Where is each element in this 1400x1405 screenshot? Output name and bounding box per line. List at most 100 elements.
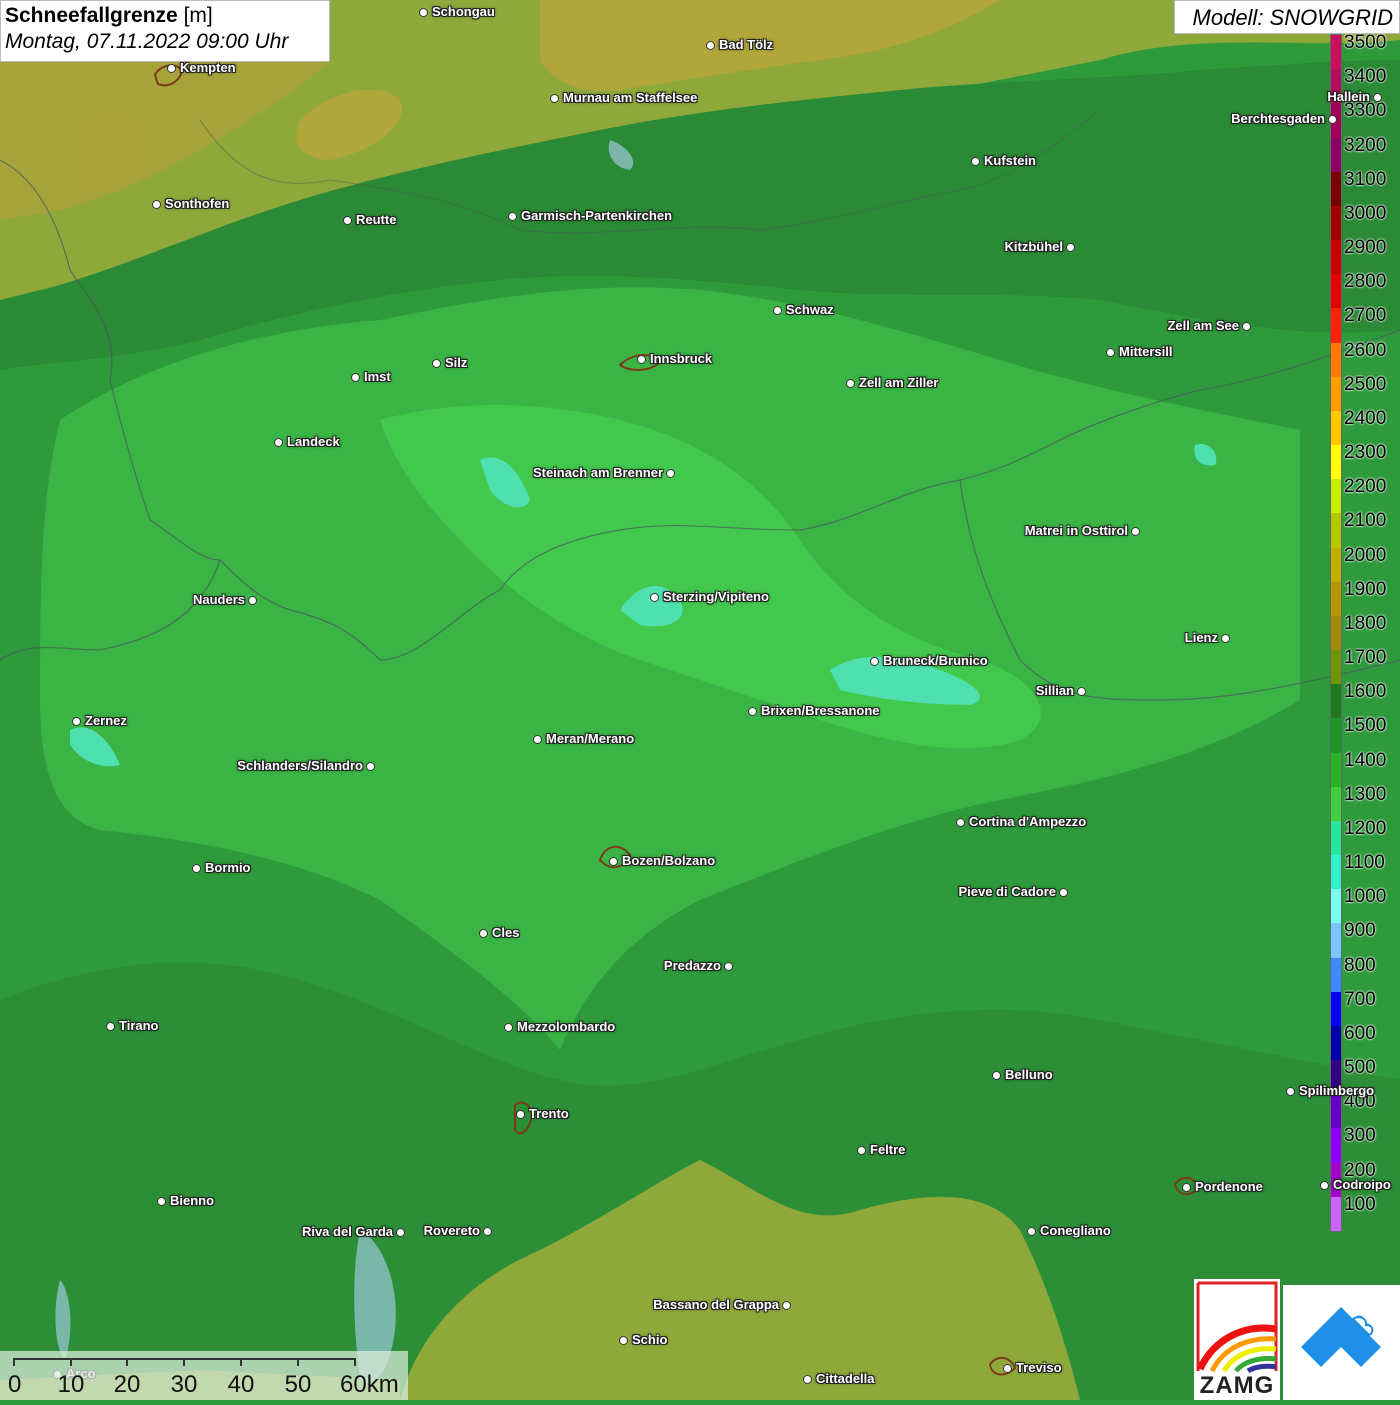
city-dot-icon (248, 596, 257, 605)
scale-tick (297, 1358, 299, 1366)
city-label: Pordenone (1195, 1179, 1263, 1194)
legend-swatch (1331, 513, 1341, 549)
legend-swatch (1331, 171, 1341, 207)
legend-label: 3000 (1344, 202, 1387, 224)
city-dot-icon (1003, 1364, 1012, 1373)
map-datetime: Montag, 07.11.2022 09:00 Uhr (5, 30, 289, 53)
city-label: Bassano del Grappa (653, 1297, 779, 1312)
legend-swatch (1331, 718, 1341, 754)
city-label: Trento (529, 1106, 569, 1121)
legend-swatch (1331, 820, 1341, 856)
legend-swatch (1331, 410, 1341, 446)
city-dot-icon (157, 1197, 166, 1206)
legend-swatch (1331, 752, 1341, 788)
city-dot-icon (483, 1227, 492, 1236)
legend-swatch (1331, 35, 1341, 70)
legend-label: 1700 (1344, 647, 1387, 669)
city-dot-icon (1242, 322, 1251, 331)
cloud-arrow-icon (1301, 1307, 1381, 1367)
scale-tick (240, 1358, 242, 1366)
city-dot-icon (857, 1146, 866, 1155)
city-label: Cles (492, 925, 520, 940)
city-dot-icon (508, 212, 517, 221)
city-label: Zell am See (1167, 318, 1239, 333)
city-dot-icon (1328, 115, 1337, 124)
city-dot-icon (504, 1023, 513, 1032)
zamg-text: ZAMG (1199, 1372, 1275, 1399)
city-label: Spilimbergo (1299, 1083, 1375, 1098)
city-label: Kempten (180, 60, 236, 75)
city-label: Mezzolombardo (517, 1019, 616, 1034)
legend-label: 600 (1344, 1022, 1376, 1044)
city-label: Bad Tölz (719, 37, 774, 52)
legend-swatch (1331, 855, 1341, 890)
legend-label: 800 (1344, 954, 1376, 976)
city-dot-icon (419, 8, 428, 17)
zamg-rainbow-icon (1196, 1281, 1278, 1374)
city-dot-icon (1077, 687, 1086, 696)
city-label: Kitzbühel (1004, 239, 1064, 254)
city-dot-icon (956, 818, 965, 827)
legend-swatch (1331, 889, 1341, 924)
legend-label: 500 (1344, 1057, 1376, 1079)
legend-label: 1400 (1344, 749, 1387, 771)
city-label: Tirano (119, 1018, 159, 1033)
legend-swatch (1331, 342, 1341, 378)
scale-tick (183, 1358, 185, 1366)
city-dot-icon (724, 962, 733, 971)
scale-tick (126, 1358, 128, 1366)
city-dot-icon (637, 355, 646, 364)
city-label: Nauders (192, 592, 245, 607)
legend-swatch (1331, 205, 1341, 241)
city-label: Feltre (870, 1142, 906, 1157)
city-dot-icon (106, 1022, 115, 1031)
scale-tick (13, 1358, 15, 1366)
legend-swatch (1331, 1128, 1341, 1164)
city-label: Innsbruck (650, 351, 713, 366)
city-dot-icon (432, 359, 441, 368)
legend-swatch (1331, 1196, 1341, 1232)
city-label: Kufstein (984, 153, 1036, 168)
city-label: Brixen/Bressanone (761, 703, 880, 718)
model-label: Modell: SNOWGRID (1174, 0, 1400, 34)
city-dot-icon (619, 1336, 628, 1345)
legend-label: 2100 (1344, 510, 1387, 532)
zamg-logo[interactable]: ZAMG (1194, 1279, 1280, 1400)
legend-label: 3400 (1344, 66, 1387, 88)
legend-label: 1600 (1344, 681, 1387, 703)
legend-label: 2500 (1344, 373, 1387, 395)
city-dot-icon (167, 64, 176, 73)
city-dot-icon (609, 857, 618, 866)
city-dot-icon (803, 1375, 812, 1384)
scale-label: 60km (340, 1371, 399, 1398)
city-dot-icon (479, 929, 488, 938)
scale-label: 50 (284, 1371, 312, 1398)
city-label: Belluno (1005, 1067, 1053, 1082)
city-dot-icon (650, 593, 659, 602)
city-dot-icon (274, 438, 283, 447)
city-dot-icon (152, 200, 161, 209)
scale-label: 20 (113, 1371, 141, 1398)
legend-color-bar (1330, 34, 1342, 1232)
city-label: Murnau am Staffelsee (563, 90, 698, 105)
legend-label: 1800 (1344, 612, 1387, 634)
legend-label: 2200 (1344, 476, 1387, 498)
legend-swatch (1331, 445, 1341, 480)
partner-logo[interactable] (1283, 1285, 1400, 1400)
city-label: Zell am Ziller (859, 375, 939, 390)
city-dot-icon (1106, 348, 1115, 357)
city-label: Hallein (1327, 89, 1370, 104)
legend-swatch (1331, 547, 1341, 583)
city-dot-icon (1286, 1087, 1295, 1096)
legend-label: 3500 (1344, 32, 1387, 53)
city-label: Treviso (1016, 1360, 1062, 1375)
city-dot-icon (1320, 1181, 1329, 1190)
city-label: Cortina d'Ampezzo (969, 814, 1087, 829)
map-title: Schneefallgrenze [m] (5, 4, 325, 28)
legend-swatch (1331, 308, 1341, 344)
legend-label: 1100 (1344, 852, 1385, 874)
city-label: Reutte (356, 212, 397, 227)
city-label: Silz (445, 355, 468, 370)
legend-label: 2600 (1344, 339, 1387, 361)
legend-label: 900 (1344, 920, 1376, 942)
